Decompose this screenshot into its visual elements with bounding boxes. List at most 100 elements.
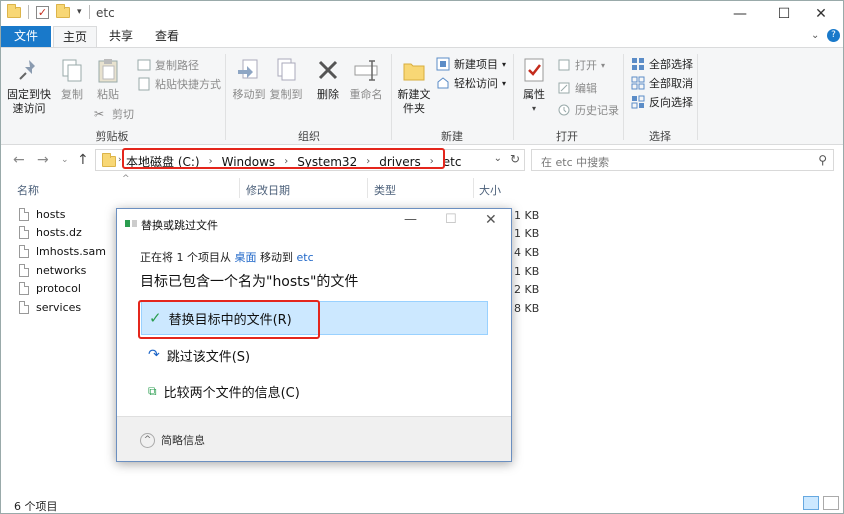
move-to-button[interactable]: 移动到 [231, 56, 267, 102]
dialog-close-button[interactable]: ✕ [485, 212, 497, 228]
compare-option-label: 比较两个文件的信息(C) [163, 385, 300, 401]
tab-share[interactable]: 共享 [101, 26, 141, 47]
dialog-minimize-button[interactable]: — [404, 212, 417, 227]
copy-button[interactable]: 复制 [57, 56, 87, 102]
ribbon-tabs: 文件 主页 共享 查看 [1, 26, 843, 47]
column-header-size[interactable]: 大小 [479, 182, 501, 198]
details-view-icon[interactable] [803, 496, 819, 510]
file-size: 1 KB [514, 227, 540, 240]
file-row-lmhosts[interactable]: lmhosts.sam [19, 245, 106, 258]
dialog-heading: 目标已包含一个名为"hosts"的文件 [140, 274, 359, 290]
file-icon [19, 245, 29, 258]
file-row-services[interactable]: services [19, 301, 81, 314]
destination-link[interactable]: etc [297, 251, 314, 264]
paste-shortcut-button[interactable]: 粘贴快捷方式 [137, 76, 221, 92]
source-link[interactable]: 桌面 [235, 251, 257, 264]
group-label-open: 打开 [556, 130, 578, 143]
close-button[interactable]: ✕ [798, 1, 844, 26]
scissors-icon: ✂ [94, 107, 105, 121]
compare-files-icon: ⧉ [148, 383, 157, 398]
group-separator [225, 54, 226, 140]
easy-access-button[interactable]: 轻松访问 ▾ [436, 75, 506, 91]
address-folder-icon [102, 153, 116, 167]
ribbon: 固定到快速访问 复制 粘贴 复制路径 粘贴快捷方式 ✂ 剪切 剪贴板 移动到 复… [1, 47, 843, 145]
edit-button[interactable]: 编辑 [557, 80, 597, 96]
dropdown-arrow-icon: ▾ [531, 104, 536, 113]
properties-check-icon[interactable]: ✓ [36, 5, 49, 19]
tab-file[interactable]: 文件 [1, 26, 51, 47]
file-row-networks[interactable]: networks [19, 264, 86, 277]
file-row-hosts-dz[interactable]: hosts.dz [19, 226, 82, 239]
refresh-icon[interactable]: ↻ [510, 152, 520, 166]
copy-label: 复制 [61, 88, 83, 101]
rename-label: 重命名 [349, 88, 383, 101]
status-bar: 6 个项目 [1, 492, 843, 514]
rename-icon [352, 56, 380, 84]
history-label: 历史记录 [575, 104, 619, 117]
move-to-icon [235, 56, 263, 84]
minimize-button[interactable]: — [717, 1, 763, 26]
new-item-button[interactable]: 新建项目 ▾ [436, 56, 506, 72]
copy-to-icon [272, 56, 300, 84]
copy-path-button[interactable]: 复制路径 [137, 57, 199, 73]
pin-quick-access-button[interactable]: 固定到快速访问 [7, 56, 51, 116]
edit-label: 编辑 [575, 82, 597, 95]
operation-prefix: 正在将 1 个项目从 [140, 251, 231, 264]
paste-button[interactable]: 粘贴 [93, 56, 123, 102]
file-icon [19, 282, 29, 295]
open-button[interactable]: 打开 ▾ [557, 57, 605, 73]
copy-to-button[interactable]: 复制到 [268, 56, 304, 102]
column-header-type[interactable]: 类型 [374, 182, 396, 198]
file-row-protocol[interactable]: protocol [19, 282, 81, 295]
window-title: etc [96, 6, 115, 20]
column-header-modified[interactable]: 修改日期 [246, 182, 290, 198]
file-name: networks [36, 264, 87, 277]
search-box[interactable]: 在 etc 中搜索 ⚲ [531, 149, 834, 171]
select-none-button[interactable]: 全部取消 [631, 75, 693, 91]
column-separator[interactable] [473, 178, 474, 198]
ribbon-collapse-icon[interactable]: ⌄ [811, 30, 819, 41]
column-separator[interactable] [367, 178, 368, 198]
invert-selection-button[interactable]: 反向选择 [631, 94, 693, 110]
forward-arrow-icon[interactable]: → [37, 152, 49, 168]
compare-option[interactable]: ⧉ 比较两个文件的信息(C) [141, 374, 488, 408]
file-icon [19, 226, 29, 239]
cut-button[interactable]: ✂ 剪切 [94, 106, 134, 122]
large-icons-view-icon[interactable] [823, 496, 839, 510]
file-row-hosts[interactable]: hosts [19, 208, 65, 221]
column-separator[interactable] [239, 178, 240, 198]
group-label-select: 选择 [649, 130, 671, 143]
new-folder-button[interactable]: 新建文件夹 [397, 56, 431, 116]
dropdown-arrow-icon: ▾ [601, 60, 606, 70]
paste-shortcut-label: 粘贴快捷方式 [155, 78, 221, 91]
tab-view[interactable]: 查看 [147, 26, 187, 47]
new-folder-quick-icon[interactable] [56, 3, 70, 18]
select-none-label: 全部取消 [649, 77, 693, 90]
delete-button[interactable]: 删除 [313, 56, 343, 102]
properties-button[interactable]: 属性 ▾ [519, 56, 549, 116]
history-button[interactable]: 历史记录 [557, 102, 619, 118]
recent-locations-icon[interactable]: ⌄ [61, 155, 69, 165]
select-all-button[interactable]: 全部选择 [631, 56, 693, 72]
file-icon [19, 264, 29, 277]
history-icon [557, 103, 571, 117]
invert-selection-label: 反向选择 [649, 96, 693, 109]
help-icon[interactable]: ? [827, 29, 840, 42]
tab-home[interactable]: 主页 [53, 26, 97, 47]
column-header-name[interactable]: 名称 [17, 182, 39, 198]
skip-option[interactable]: ↷ 跳过该文件(S) [141, 338, 488, 372]
breadcrumb-etc[interactable]: etc [443, 155, 462, 169]
fewer-details-label: 简略信息 [161, 434, 205, 447]
search-icon[interactable]: ⚲ [818, 153, 827, 167]
rename-button[interactable]: 重命名 [346, 56, 386, 102]
properties-icon [520, 56, 548, 84]
file-size: 8 KB [514, 302, 540, 315]
fewer-details-button[interactable]: ^ 简略信息 [140, 432, 205, 448]
up-arrow-icon[interactable]: ↑ [77, 152, 89, 168]
new-item-icon [436, 57, 450, 71]
back-arrow-icon[interactable]: ← [13, 152, 25, 168]
folder-icon [7, 3, 21, 18]
customize-quick-access-icon[interactable]: ▾ [77, 7, 82, 17]
file-size: 1 KB [514, 209, 540, 222]
address-dropdown-icon[interactable]: ⌄ [494, 153, 502, 164]
